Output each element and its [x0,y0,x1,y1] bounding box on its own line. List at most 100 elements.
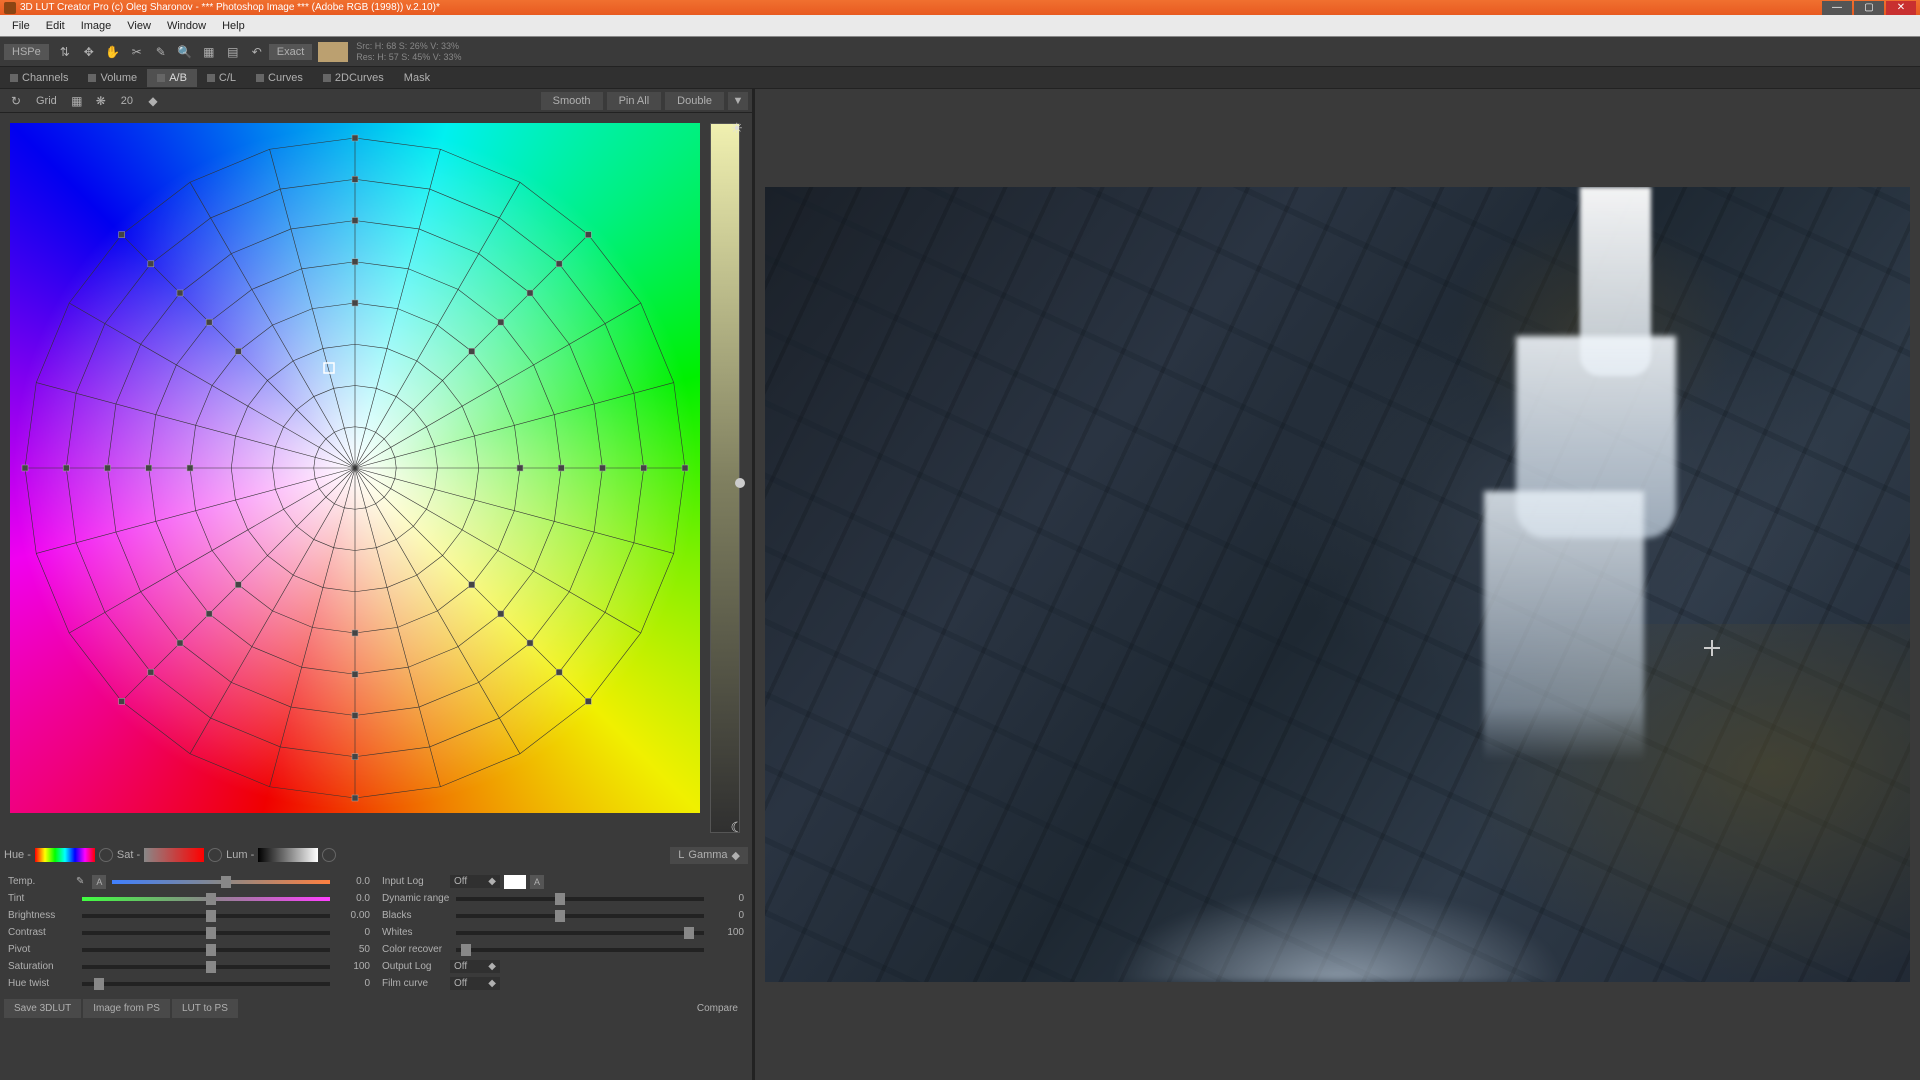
tab-volume[interactable]: Volume [78,69,147,87]
grid-type1-icon[interactable]: ▦ [67,91,87,111]
slider-label: Color recover [382,944,450,955]
sat-swatch[interactable] [144,848,204,862]
blk-slider[interactable] [456,914,704,918]
moon-icon: ☾ [730,819,743,836]
menu-image[interactable]: Image [73,18,120,34]
double-button[interactable]: Double [665,92,724,110]
save-3dlut-button[interactable]: Save 3DLUT [4,999,81,1018]
slider-handle[interactable] [94,978,104,990]
grid-mesh[interactable] [10,123,700,813]
slider-handle[interactable] [555,893,565,905]
slider-handle[interactable] [461,944,471,956]
grid-size-input[interactable]: 20 [113,93,141,109]
slider-handle[interactable] [221,876,231,888]
tab-mask[interactable]: Mask [394,69,440,87]
grid-icon[interactable]: ▦ [199,42,219,62]
sat-picker: Sat - [117,848,222,862]
compare-button[interactable]: Compare [687,999,748,1018]
slider-value: 0 [710,893,744,904]
swap-icon[interactable]: ⇅ [55,42,75,62]
slider-handle[interactable] [206,944,216,956]
grid-label: Grid [28,93,65,109]
temp-slider[interactable] [112,880,330,884]
slider-value: 0 [336,927,370,938]
slider-temp: Temp.✎A0.0 [8,873,370,890]
crec-slider[interactable] [456,948,704,952]
slider-label: Input Log [382,876,450,887]
slider-handle[interactable] [206,961,216,973]
hue-reset-icon[interactable] [99,848,113,862]
dyn-slider[interactable] [456,897,704,901]
image-from-ps-button[interactable]: Image from PS [83,999,170,1018]
menu-window[interactable]: Window [159,18,214,34]
minimize-button[interactable]: — [1822,1,1852,15]
app-icon [4,2,16,14]
lum-picker: Lum - [226,848,336,862]
close-button[interactable]: ✕ [1886,1,1916,15]
lum-swatch[interactable] [258,848,318,862]
sat-slider[interactable] [82,965,330,969]
exact-button[interactable]: Exact [269,44,313,60]
film-dropdown[interactable]: Off◆ [450,977,500,990]
eyedropper-icon[interactable]: ✎ [151,42,171,62]
lum-reset-icon[interactable] [322,848,336,862]
menu-help[interactable]: Help [214,18,253,34]
slider-tint: Tint0.0 [8,890,370,907]
inlog-dropdown[interactable]: Off◆ [450,875,500,888]
menu-view[interactable]: View [119,18,159,34]
crop-icon[interactable]: ✂ [127,42,147,62]
maximize-button[interactable]: ▢ [1854,1,1884,15]
tab-ab[interactable]: A/B [147,69,197,87]
preview-image[interactable] [765,187,1910,982]
contr-slider[interactable] [82,931,330,935]
preview-pane [755,89,1920,1080]
slider-dyn: Dynamic range0 [382,890,744,907]
tint-slider[interactable] [82,897,330,901]
wht-slider[interactable] [456,931,704,935]
tab-channels[interactable]: Channels [0,69,78,87]
undo-icon[interactable]: ↶ [247,42,267,62]
slider-label: Film curve [382,978,450,989]
histogram-icon[interactable]: ▤ [223,42,243,62]
hue-swatch[interactable] [35,848,95,862]
move-icon[interactable]: ✥ [79,42,99,62]
slider-value: 0 [710,910,744,921]
grid-menu-dropdown[interactable]: ▼ [728,92,748,110]
luminance-slider[interactable]: ☀ ☾ [710,123,740,833]
gamma-dropdown[interactable]: LGamma◆ [670,847,748,864]
slider-handle[interactable] [684,927,694,939]
sat-reset-icon[interactable] [208,848,222,862]
pivot-slider[interactable] [82,948,330,952]
slider-sat: Saturation100 [8,958,370,975]
white-swatch[interactable] [504,875,526,889]
color-swatch[interactable] [318,42,348,62]
ab-toggle[interactable]: A [530,875,544,889]
slider-handle[interactable] [206,893,216,905]
menu-edit[interactable]: Edit [38,18,73,34]
tab-2dcurves[interactable]: 2DCurves [313,69,394,87]
luminance-handle[interactable] [735,478,745,488]
hsl-picker-row: Hue - Sat - Lum - LGamma◆ [0,841,752,869]
reset-grid-icon[interactable]: ↻ [6,91,26,111]
zoom-icon[interactable]: 🔍 [175,42,195,62]
slider-handle[interactable] [206,927,216,939]
eyedropper-icon[interactable]: ✎ [76,876,84,887]
grid-type2-icon[interactable]: ❋ [91,91,111,111]
lut-to-ps-button[interactable]: LUT to PS [172,999,238,1018]
hand-icon[interactable]: ✋ [103,42,123,62]
temp-ab-toggle[interactable]: A [92,875,106,889]
tab-cl[interactable]: C/L [197,69,246,87]
smooth-button[interactable]: Smooth [541,92,603,110]
tab-curves[interactable]: Curves [246,69,313,87]
slider-label: Contrast [8,927,76,938]
colorspace-dropdown[interactable]: HSPe [4,44,49,60]
huet-slider[interactable] [82,982,330,986]
slider-handle[interactable] [555,910,565,922]
menu-file[interactable]: File [4,18,38,34]
bright-slider[interactable] [82,914,330,918]
ab-color-wheel[interactable] [10,123,700,813]
grid-stepper-icon[interactable]: ◆ [143,91,163,111]
pin-all-button[interactable]: Pin All [607,92,662,110]
outlog-dropdown[interactable]: Off◆ [450,960,500,973]
slider-handle[interactable] [206,910,216,922]
